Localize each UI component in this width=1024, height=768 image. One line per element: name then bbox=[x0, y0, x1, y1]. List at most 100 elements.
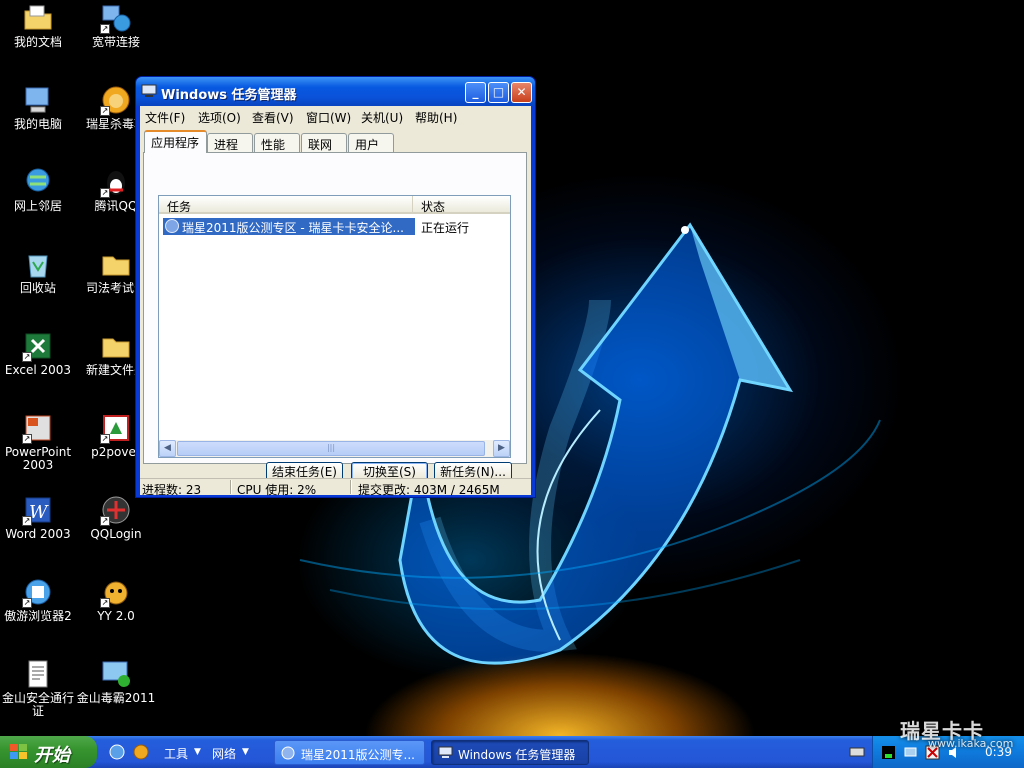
browser-page-icon bbox=[165, 219, 179, 233]
desktop-icon-my-documents[interactable]: 我的文档 bbox=[0, 0, 79, 74]
taskbar: 开始 工具 ▼ 网络 ▼ 瑞星2011版公测专... Windows 任务管理器… bbox=[0, 736, 1024, 768]
commit-charge: 提交更改: 403M / 2465M bbox=[358, 483, 500, 497]
desktop-icon-excel[interactable]: ↗ Excel 2003 bbox=[0, 328, 79, 402]
column-header-status[interactable]: 状态 bbox=[413, 196, 510, 214]
chevron-down-icon[interactable]: ▼ bbox=[194, 747, 201, 757]
task-list[interactable]: 任务 状态 瑞星2011版公测专区 - 瑞星卡卡安全论... 正在运行 ◀ ||… bbox=[158, 195, 511, 458]
desktop-icon-powerpoint[interactable]: ↗ PowerPoint 2003 bbox=[0, 410, 79, 484]
document-icon bbox=[28, 660, 48, 688]
task-manager-icon bbox=[438, 746, 453, 758]
watermark: 瑞星卡卡 www.ikaka.com bbox=[900, 715, 1024, 768]
monitor-icon bbox=[102, 661, 130, 687]
start-button[interactable]: 开始 bbox=[0, 736, 97, 768]
shortcut-arrow-icon: ↗ bbox=[100, 188, 110, 198]
shortcut-arrow-icon: ↗ bbox=[100, 434, 110, 444]
desktop-icon-label: 金山毒霸2011 bbox=[76, 692, 156, 705]
lion-icon[interactable] bbox=[133, 744, 149, 760]
tab-performance[interactable]: 性能 bbox=[254, 133, 300, 152]
desktop-icon-label: YY 2.0 bbox=[97, 610, 135, 623]
horizontal-scrollbar[interactable]: ◀ ||| ▶ bbox=[159, 440, 510, 457]
desktop-icon-label: 金山安全通行证 bbox=[1, 692, 74, 718]
desktop-icon-label: Word 2003 bbox=[5, 528, 71, 541]
recycle-bin-icon bbox=[28, 255, 48, 278]
shortcut-arrow-icon: ↗ bbox=[100, 598, 110, 608]
desktop-icon-maxthon[interactable]: ↗ 傲游浏览器2 bbox=[0, 574, 79, 648]
scroll-thumb[interactable]: ||| bbox=[177, 441, 485, 456]
status-divider bbox=[230, 480, 232, 494]
shortcut-arrow-icon: ↗ bbox=[22, 516, 32, 526]
desktop-icon-qqlogin[interactable]: ↗ QQLogin bbox=[75, 492, 157, 566]
folder-icon bbox=[24, 5, 52, 30]
cpu-usage: CPU 使用: 2% bbox=[237, 483, 317, 497]
maximize-button[interactable]: □ bbox=[488, 82, 509, 103]
svg-text:W: W bbox=[29, 502, 49, 523]
cpu-meter-icon[interactable] bbox=[881, 745, 896, 760]
process-count: 进程数: 23 bbox=[142, 483, 202, 497]
task-status: 正在运行 bbox=[421, 221, 470, 235]
desktop-icon-label: Excel 2003 bbox=[4, 364, 72, 377]
menu-bar: 文件(F) 选项(O) 查看(V) 窗口(W) 关机(U) 帮助(H) bbox=[140, 106, 531, 126]
tab-networking[interactable]: 联网 bbox=[301, 133, 347, 152]
desktop-icon-recycle-bin[interactable]: 回收站 bbox=[0, 246, 79, 320]
chevron-down-icon[interactable]: ▼ bbox=[242, 747, 249, 757]
shortcut-arrow-icon: ↗ bbox=[22, 352, 32, 362]
menu-view[interactable]: 查看(V) bbox=[252, 109, 294, 126]
taskbar-button-label: Windows 任务管理器 bbox=[458, 748, 576, 762]
status-divider bbox=[350, 480, 352, 494]
task-name: 瑞星2011版公测专区 - 瑞星卡卡安全论... bbox=[182, 221, 404, 235]
menu-window[interactable]: 窗口(W) bbox=[306, 109, 351, 126]
desktop-icon-label: 网上邻居 bbox=[13, 200, 62, 213]
taskbar-button-label: 瑞星2011版公测专... bbox=[301, 748, 415, 762]
task-manager-window[interactable]: Windows 任务管理器 _ □ ✕ 文件(F) 选项(O) 查看(V) 窗口… bbox=[135, 76, 536, 498]
menu-shutdown[interactable]: 关机(U) bbox=[361, 109, 403, 126]
window-titlebar[interactable]: Windows 任务管理器 _ □ ✕ bbox=[136, 77, 535, 106]
desktop-icon-network-places[interactable]: 网上邻居 bbox=[0, 164, 79, 238]
folder-icon bbox=[102, 338, 130, 358]
toolbar-tools[interactable]: 工具 bbox=[164, 745, 188, 762]
scroll-right-button[interactable]: ▶ bbox=[493, 440, 510, 457]
desktop-icon-my-computer[interactable]: 我的电脑 bbox=[0, 82, 79, 156]
task-row[interactable]: 瑞星2011版公测专区 - 瑞星卡卡安全论... 正在运行 bbox=[163, 218, 508, 235]
scroll-left-button[interactable]: ◀ bbox=[159, 440, 176, 457]
desktop-icon-kingsoft-passport[interactable]: 金山安全通行证 bbox=[0, 656, 79, 730]
windows-logo-icon bbox=[10, 744, 27, 759]
menu-file[interactable]: 文件(F) bbox=[145, 109, 185, 126]
browser-page-icon bbox=[281, 746, 295, 760]
desktop-icon-label: 宽带连接 bbox=[91, 36, 140, 49]
tab-applications[interactable]: 应用程序 bbox=[144, 130, 207, 153]
status-bar: 进程数: 23 CPU 使用: 2% 提交更改: 403M / 2465M bbox=[140, 478, 531, 497]
desktop-icon-label: 我的文档 bbox=[13, 36, 62, 49]
shortcut-arrow-icon: ↗ bbox=[22, 434, 32, 444]
shortcut-arrow-icon: ↗ bbox=[22, 598, 32, 608]
menu-options[interactable]: 选项(O) bbox=[198, 109, 241, 126]
tab-processes[interactable]: 进程 bbox=[207, 133, 253, 152]
start-label: 开始 bbox=[34, 745, 70, 766]
network-globe-icon bbox=[26, 168, 50, 192]
desktop-icon-broadband[interactable]: ↗ 宽带连接 bbox=[75, 0, 157, 74]
task-manager-icon bbox=[141, 84, 157, 97]
shortcut-arrow-icon: ↗ bbox=[100, 24, 110, 34]
close-button[interactable]: ✕ bbox=[511, 82, 532, 103]
computer-icon bbox=[25, 87, 49, 113]
show-desktop-icon[interactable] bbox=[109, 744, 125, 760]
desktop-icon-label: 我的电脑 bbox=[13, 118, 62, 131]
menu-help[interactable]: 帮助(H) bbox=[415, 109, 457, 126]
taskbar-button-rising-forum[interactable]: 瑞星2011版公测专... bbox=[274, 740, 425, 765]
desktop-icon-label: PowerPoint 2003 bbox=[4, 446, 72, 472]
taskbar-button-task-manager[interactable]: Windows 任务管理器 bbox=[431, 740, 589, 765]
folder-icon bbox=[102, 256, 130, 276]
toolbar-network[interactable]: 网络 bbox=[212, 745, 236, 762]
watermark-url: www.ikaka.com bbox=[928, 737, 1014, 750]
column-header-task[interactable]: 任务 bbox=[159, 196, 413, 214]
desktop-icon-kingsoft-antivirus[interactable]: 金山毒霸2011 bbox=[75, 656, 157, 730]
desktop-icon-label: QQLogin bbox=[90, 528, 142, 541]
desktop-icon-yy[interactable]: ↗ YY 2.0 bbox=[75, 574, 157, 648]
tab-users[interactable]: 用户 bbox=[348, 133, 394, 152]
window-client-area: 文件(F) 选项(O) 查看(V) 窗口(W) 关机(U) 帮助(H) 应用程序… bbox=[140, 106, 531, 497]
window-title: Windows 任务管理器 bbox=[161, 88, 297, 103]
minimize-button[interactable]: _ bbox=[465, 82, 486, 103]
shortcut-arrow-icon: ↗ bbox=[100, 106, 110, 116]
keyboard-icon[interactable] bbox=[849, 744, 865, 760]
desktop-icon-label: 回收站 bbox=[19, 282, 56, 295]
desktop-icon-word[interactable]: W ↗ Word 2003 bbox=[0, 492, 79, 566]
